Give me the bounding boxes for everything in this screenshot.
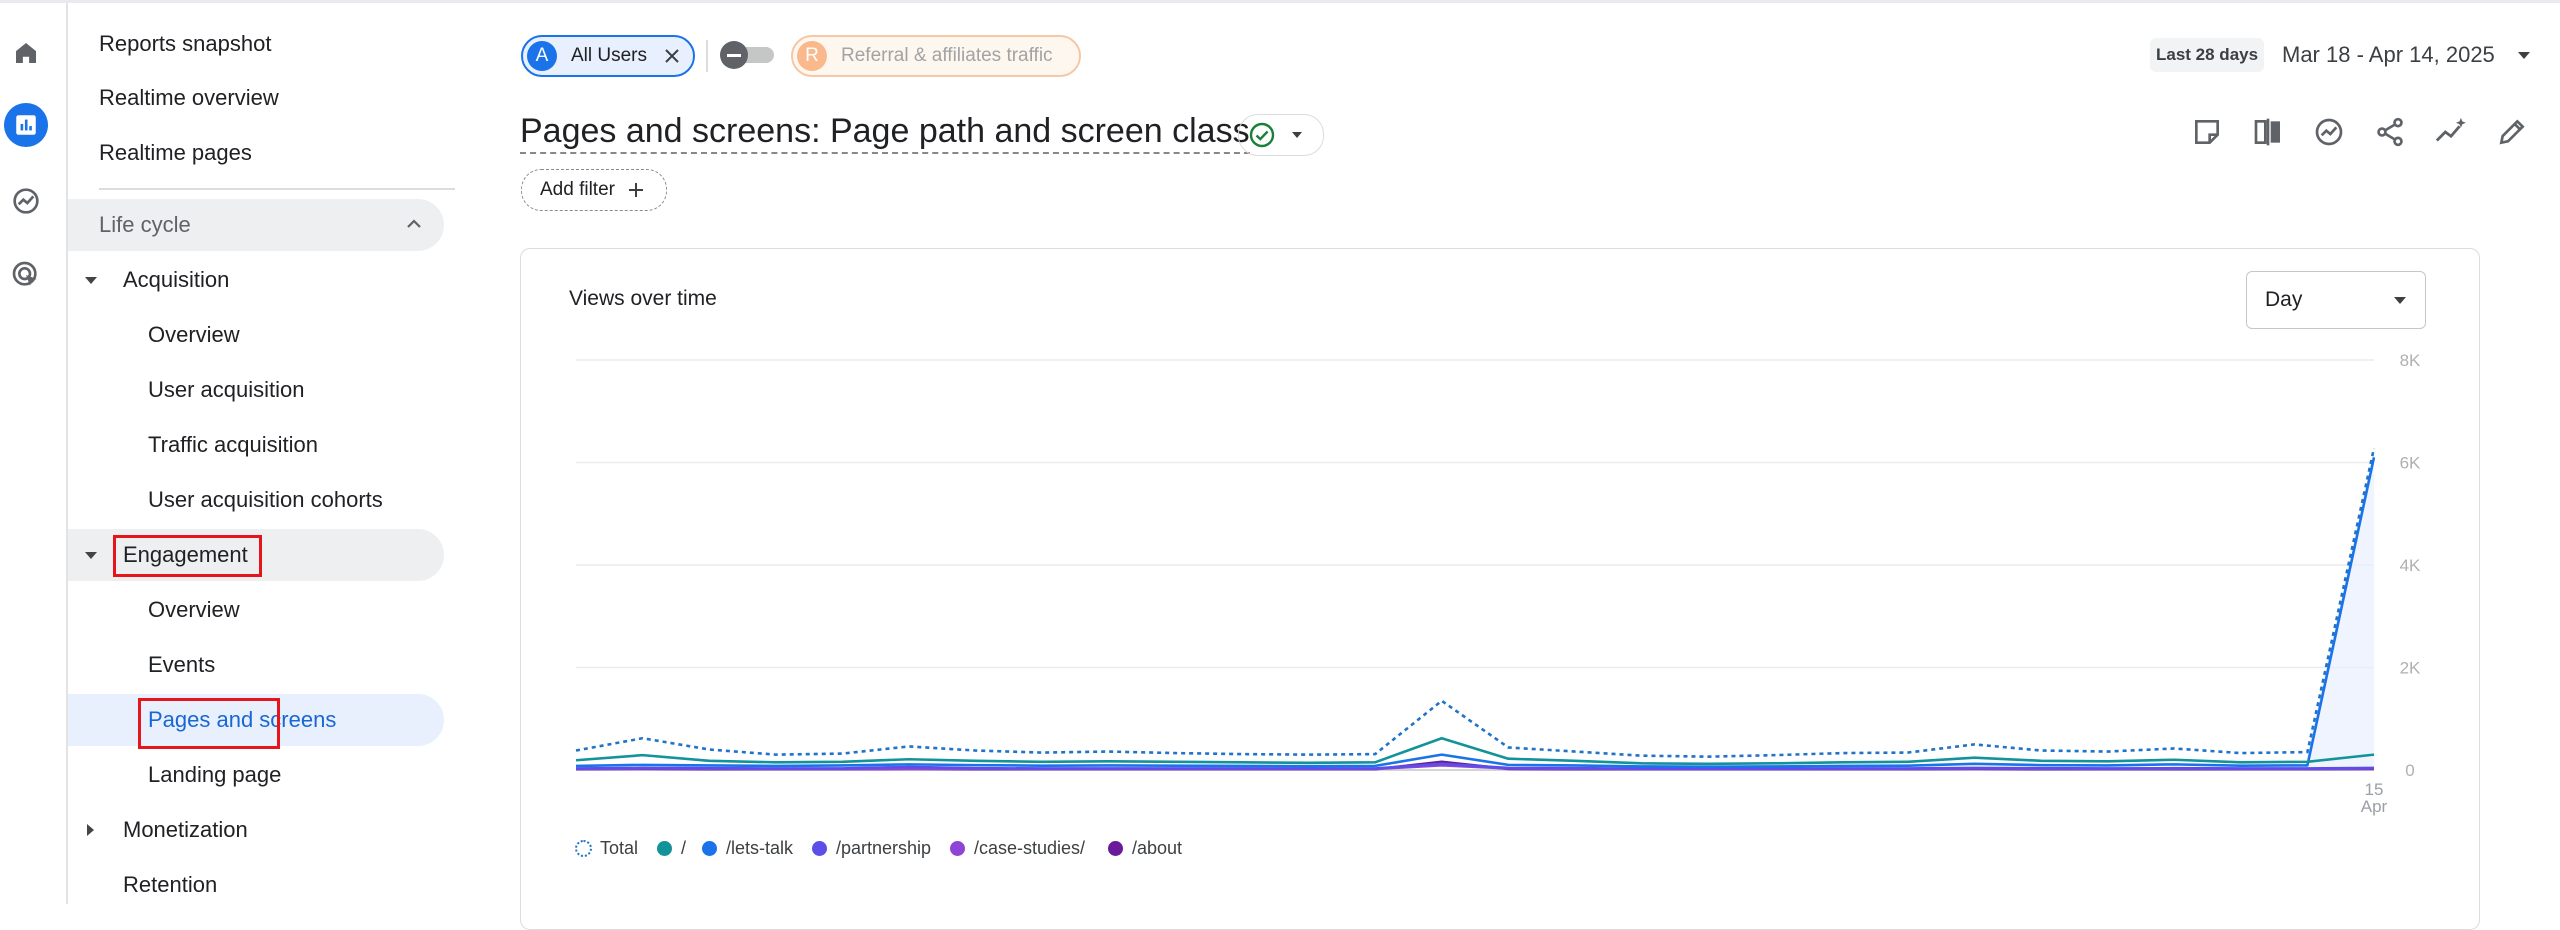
legend-label: /case-studies/ bbox=[974, 838, 1086, 858]
y-tick-label: 8K bbox=[2400, 351, 2421, 370]
views-line-chart: 02K4K6K8K15Apr bbox=[575, 351, 2421, 816]
legend-partnership[interactable]: /partnership bbox=[812, 838, 931, 859]
legend-about[interactable]: /about bbox=[1108, 838, 1182, 859]
y-tick-label: 0 bbox=[2405, 761, 2414, 780]
y-tick-label: 2K bbox=[2400, 659, 2421, 678]
legend-marker-icon bbox=[575, 840, 592, 857]
legend-root[interactable]: / bbox=[657, 838, 686, 859]
legend-marker-icon bbox=[1108, 841, 1123, 856]
legend-marker-icon bbox=[702, 841, 717, 856]
legend-label: / bbox=[681, 838, 687, 858]
y-tick-label: 6K bbox=[2400, 454, 2421, 473]
series-line-lets-talk bbox=[575, 457, 2376, 768]
y-tick-label: 4K bbox=[2400, 556, 2421, 575]
legend-label: Total bbox=[600, 838, 639, 858]
x-tick-sublabel: Apr bbox=[2361, 797, 2388, 816]
legend-total[interactable]: Total bbox=[575, 838, 638, 859]
legend-marker-icon bbox=[657, 841, 672, 856]
legend-label: /lets-talk bbox=[726, 838, 794, 858]
series-line-Total bbox=[575, 447, 2376, 758]
legend-lets-talk[interactable]: /lets-talk bbox=[702, 838, 793, 859]
legend-marker-icon bbox=[812, 841, 827, 856]
legend-label: /partnership bbox=[836, 838, 932, 858]
legend-label: /about bbox=[1132, 838, 1183, 858]
legend-marker-icon bbox=[950, 841, 965, 856]
legend-case-studies[interactable]: /case-studies/ bbox=[950, 838, 1085, 859]
